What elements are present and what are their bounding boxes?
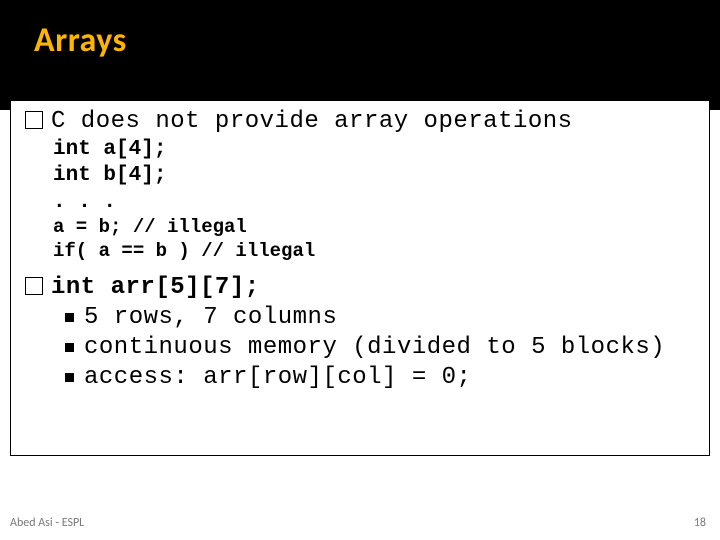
code-line: if( a == b ) // illegal <box>25 240 701 264</box>
bullet-square-icon <box>65 373 74 382</box>
bullet-box-icon <box>25 277 43 295</box>
slide-body: C does not provide array operations int … <box>10 100 710 456</box>
sub-bullet-text: 5 rows, 7 columns <box>84 303 337 333</box>
slide-header: Arrays <box>0 0 720 110</box>
bullet-square-icon <box>65 313 74 322</box>
code-line: int b[4]; <box>25 163 701 189</box>
code-line: int a[4]; <box>25 137 701 163</box>
block-2d-array: int arr[5][7]; 5 rows, 7 columns continu… <box>25 273 701 393</box>
block-array-operations: C does not provide array operations int … <box>25 107 701 263</box>
bullet-box-icon <box>25 111 43 129</box>
code-line: . . . <box>25 190 701 216</box>
code-line: a = b; // illegal <box>25 216 701 240</box>
footer-author: Abed Asi - ESPL <box>10 516 84 530</box>
bullet-square-icon <box>65 343 74 352</box>
sub-bullet-text: continuous memory (divided to 5 blocks) <box>84 333 665 363</box>
block2-lead-text: int arr[5][7]; <box>51 273 260 303</box>
block1-lead-text: C does not provide array operations <box>51 107 573 137</box>
footer-page-number: 18 <box>694 516 706 530</box>
sub-bullet-text: access: arr[row][col] = 0; <box>84 363 471 393</box>
slide-title: Arrays <box>34 20 720 61</box>
